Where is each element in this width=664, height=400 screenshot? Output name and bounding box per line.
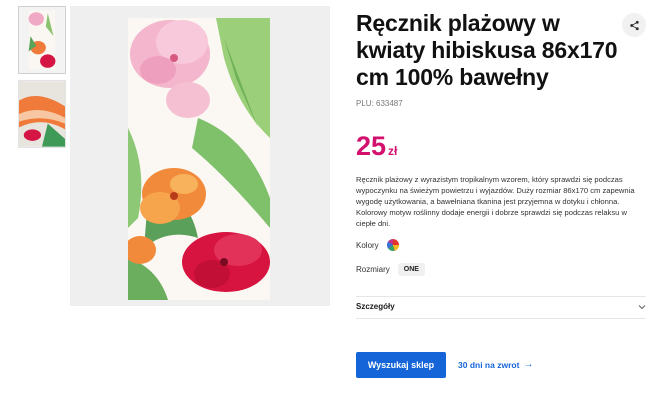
chevron-down-icon	[638, 304, 646, 309]
product-title: Ręcznik plażowy w kwiaty hibiskusa 86x17…	[356, 10, 618, 90]
sizes-label: Rozmiary	[356, 265, 390, 274]
multicolor-swatch-icon[interactable]	[386, 239, 399, 251]
colors-label: Kolory	[356, 240, 379, 250]
sizes-row: Rozmiary ONE	[356, 263, 646, 276]
details-accordion[interactable]: Szczegóły	[356, 302, 646, 311]
hibiscus-towel-image	[128, 18, 270, 300]
thumbnail-towel-front[interactable]	[18, 6, 66, 74]
colors-row: Kolory	[356, 239, 646, 251]
product-description: Ręcznik plażowy z wyrazistym tropikalnym…	[356, 175, 635, 228]
product-price: 25 zł	[356, 132, 646, 160]
share-button[interactable]	[622, 13, 646, 37]
find-store-button[interactable]: Wyszukaj sklep	[356, 352, 446, 378]
price-currency: zł	[388, 144, 398, 158]
divider-top	[356, 296, 646, 297]
product-plu: PLU: 633487	[356, 99, 403, 108]
thumbnail-towel-detail[interactable]	[18, 80, 66, 148]
towel-thumbnail-image	[19, 7, 65, 73]
details-label: Szczegóły	[356, 302, 395, 311]
price-amount: 25	[356, 131, 387, 161]
returns-link-label: 30 dni na zwrot	[458, 359, 520, 370]
product-info-panel: Ręcznik plażowy w kwiaty hibiskusa 86x17…	[356, 10, 646, 276]
share-icon	[629, 20, 639, 30]
arrow-right-icon: →	[523, 359, 534, 370]
towel-detail-thumbnail-image	[19, 81, 65, 147]
divider-bottom	[356, 318, 646, 319]
main-product-image[interactable]	[70, 6, 330, 306]
size-option-one[interactable]: ONE	[397, 263, 425, 276]
thumbnail-gallery	[18, 6, 66, 154]
returns-link[interactable]: 30 dni na zwrot →	[458, 359, 533, 370]
